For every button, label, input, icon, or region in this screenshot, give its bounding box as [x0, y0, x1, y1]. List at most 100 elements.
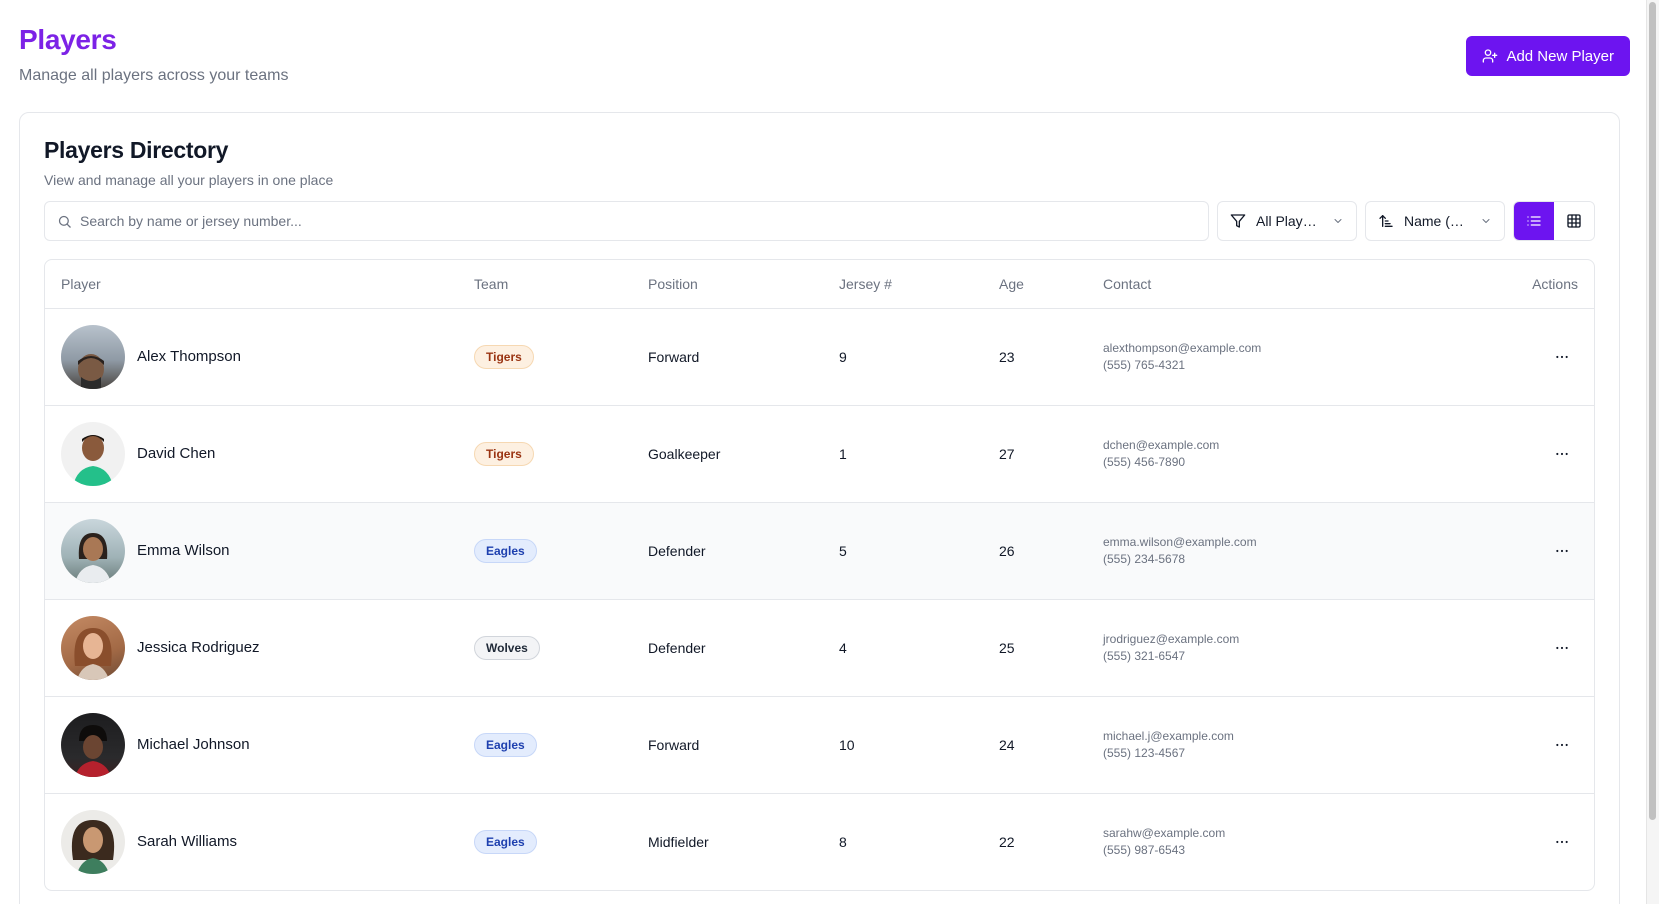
player-name: Alex Thompson — [137, 348, 241, 365]
player-phone: (555) 123-4567 — [1103, 746, 1186, 760]
grid-icon — [1567, 214, 1581, 228]
filter-icon — [1230, 214, 1246, 228]
scrollbar-thumb[interactable] — [1649, 2, 1656, 820]
more-horizontal-icon — [1556, 549, 1568, 552]
player-position: Forward — [648, 736, 700, 753]
column-header-actions: Actions — [1367, 260, 1594, 309]
player-age: 24 — [999, 736, 1015, 753]
table-row[interactable]: Sarah Williams Eagles Midfielder 8 22 sa… — [45, 793, 1594, 890]
table-row[interactable]: David Chen Tigers Goalkeeper 1 27 dchen@… — [45, 405, 1594, 502]
add-new-player-label: Add New Player — [1506, 47, 1614, 65]
player-email: jrodriguez@example.com — [1103, 632, 1240, 646]
team-badge: Wolves — [474, 635, 540, 660]
directory-subtitle: View and manage all your players in one … — [44, 172, 334, 188]
grid-view-button[interactable] — [1554, 202, 1594, 240]
row-actions-button[interactable] — [1548, 343, 1576, 371]
team-filter-select[interactable]: All Players — [1217, 201, 1357, 241]
column-header-team[interactable]: Team — [458, 260, 632, 309]
player-avatar — [61, 518, 125, 583]
player-position: Defender — [648, 542, 706, 559]
directory-toolbar: All Players Name (A-Z) — [44, 201, 1595, 241]
player-email: alexthompson@example.com — [1103, 341, 1262, 355]
player-name: Emma Wilson — [137, 542, 230, 559]
directory-title: Players Directory — [44, 137, 229, 163]
table-row[interactable]: Jessica Rodriguez Wolves Defender 4 25 j… — [45, 599, 1594, 696]
player-age: 22 — [999, 833, 1015, 850]
row-actions-button[interactable] — [1548, 634, 1576, 662]
player-email: sarahw@example.com — [1103, 826, 1226, 841]
player-avatar — [61, 324, 125, 389]
player-name: Michael Johnson — [137, 736, 250, 753]
player-email: emma.wilson@example.com — [1103, 535, 1257, 549]
search-input[interactable] — [80, 213, 1196, 229]
table-row[interactable]: Michael Johnson Eagles Forward 10 24 mic… — [45, 696, 1594, 793]
player-jersey: 10 — [839, 736, 855, 753]
avatar-photo — [75, 532, 111, 583]
player-position: Midfielder — [648, 833, 709, 850]
chevron-down-icon — [1334, 219, 1342, 223]
player-avatar — [61, 809, 125, 874]
avatar-photo — [73, 434, 113, 486]
team-badge: Tigers — [474, 441, 534, 466]
player-phone: (555) 321-6547 — [1103, 649, 1186, 663]
player-name: David Chen — [137, 445, 216, 462]
view-toggle — [1513, 201, 1595, 241]
sort-icon — [1379, 215, 1393, 227]
player-jersey: 5 — [839, 542, 847, 559]
page-subtitle: Manage all players across your teams — [19, 67, 289, 84]
player-age: 23 — [999, 348, 1015, 365]
player-position: Defender — [648, 639, 706, 656]
more-horizontal-icon — [1556, 840, 1568, 843]
add-new-player-button[interactable]: Add New Player — [1466, 36, 1630, 76]
column-header-player[interactable]: Player — [45, 260, 458, 309]
column-header-contact[interactable]: Contact — [1087, 260, 1367, 309]
player-jersey: 1 — [839, 445, 847, 462]
column-header-position[interactable]: Position — [632, 260, 823, 309]
list-view-button[interactable] — [1514, 202, 1554, 240]
player-phone: (555) 234-5678 — [1103, 552, 1186, 566]
player-name: Sarah Williams — [137, 833, 238, 851]
players-table: Player Team Position Jersey # Age Contac… — [44, 259, 1595, 891]
page-scrollbar[interactable] — [1646, 0, 1659, 904]
player-position: Forward — [648, 348, 700, 365]
player-age: 26 — [999, 542, 1015, 559]
column-header-jersey[interactable]: Jersey # — [823, 260, 983, 309]
sort-select[interactable]: Name (A-Z) — [1365, 201, 1505, 241]
player-avatar — [61, 615, 125, 680]
table-row[interactable]: Alex Thompson Tigers Forward 9 23 alexth… — [45, 308, 1594, 405]
player-position: Goalkeeper — [648, 445, 721, 462]
team-badge: Eagles — [474, 829, 537, 854]
row-actions-button[interactable] — [1548, 440, 1576, 468]
list-icon — [1527, 216, 1541, 226]
player-jersey: 9 — [839, 348, 847, 365]
player-age: 25 — [999, 639, 1015, 656]
team-badge: Eagles — [474, 732, 537, 757]
user-plus-icon — [1483, 49, 1498, 63]
more-horizontal-icon — [1556, 646, 1568, 649]
table-header-row: Player Team Position Jersey # Age Contac… — [45, 260, 1594, 309]
player-email: michael.j@example.com — [1103, 729, 1234, 743]
team-badge: Tigers — [474, 344, 534, 369]
player-phone: (555) 987-6543 — [1103, 843, 1186, 858]
row-actions-button[interactable] — [1548, 537, 1576, 565]
chevron-down-icon — [1482, 219, 1490, 223]
row-actions-button[interactable] — [1548, 828, 1576, 856]
team-badge: Eagles — [474, 538, 537, 563]
filter-select-label: All Players — [1256, 213, 1322, 229]
more-horizontal-icon — [1556, 743, 1568, 746]
table-row[interactable]: Emma Wilson Eagles Defender 5 26 emma.wi… — [45, 502, 1594, 599]
player-avatar — [61, 421, 125, 486]
avatar-photo — [78, 353, 104, 389]
player-avatar — [61, 712, 125, 777]
sort-select-label: Name (A-Z) — [1404, 213, 1470, 229]
column-header-age[interactable]: Age — [983, 260, 1087, 309]
search-icon — [58, 215, 71, 228]
row-actions-button[interactable] — [1548, 731, 1576, 759]
players-directory-card: Players Directory View and manage all yo… — [19, 112, 1620, 904]
player-jersey: 8 — [839, 833, 847, 850]
player-email: dchen@example.com — [1103, 438, 1220, 452]
player-name: Jessica Rodriguez — [137, 639, 260, 656]
avatar-photo — [74, 627, 112, 680]
page-header: Players Manage all players across your t… — [19, 0, 1646, 112]
player-phone: (555) 456-7890 — [1103, 455, 1186, 469]
